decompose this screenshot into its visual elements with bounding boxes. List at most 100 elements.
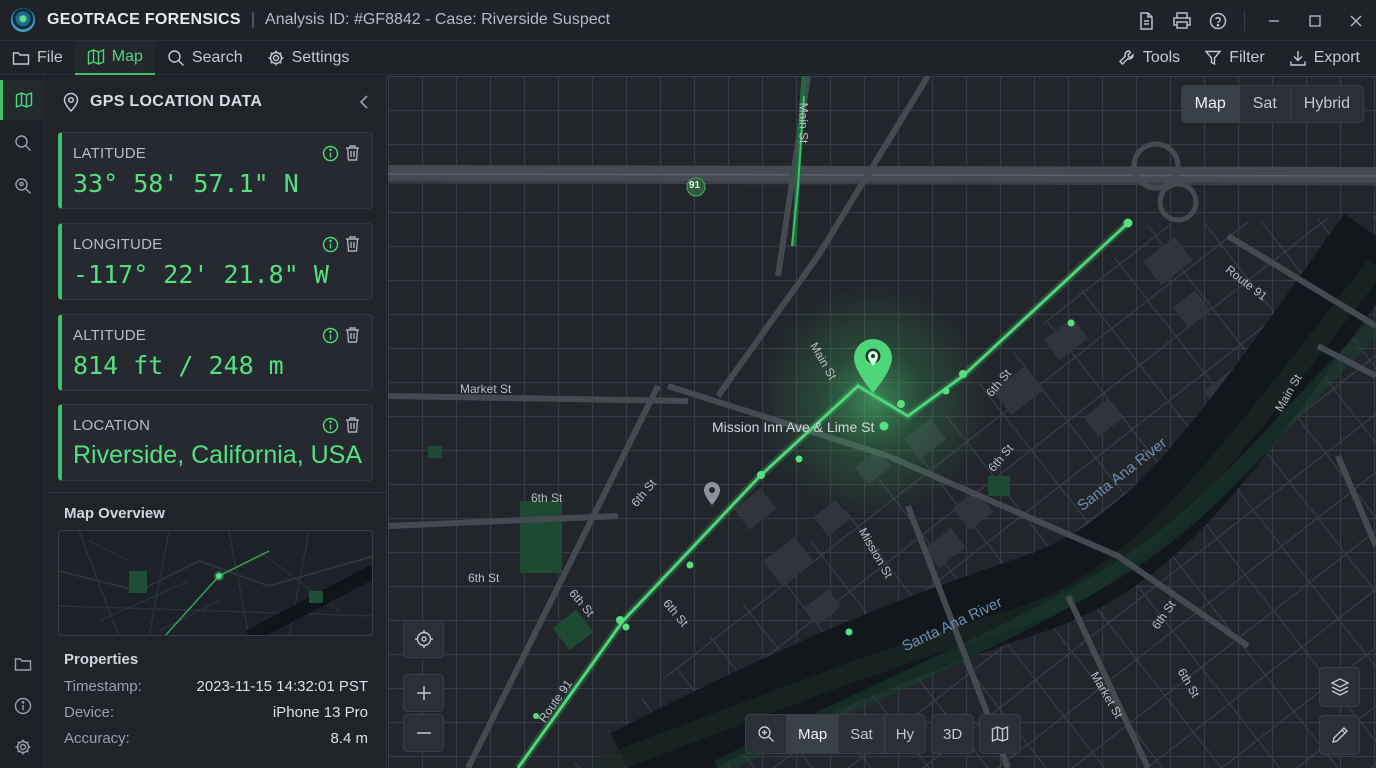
map-type-switcher: Map Sat Hybrid bbox=[1180, 85, 1364, 123]
plus-icon bbox=[416, 686, 431, 700]
menu-search[interactable]: Search bbox=[155, 41, 255, 75]
altitude-value: 814 ft / 248 m bbox=[73, 351, 284, 380]
menu-filter-label: Filter bbox=[1229, 49, 1265, 66]
rail-search-button[interactable] bbox=[0, 123, 45, 163]
app-name: GEOTRACE FORENSICS bbox=[47, 11, 241, 28]
menu-filter[interactable]: Filter bbox=[1192, 41, 1277, 75]
gear-icon bbox=[268, 50, 284, 65]
map-type-map[interactable]: Map bbox=[1181, 86, 1239, 122]
print-icon[interactable] bbox=[1164, 0, 1200, 41]
latitude-value: 33° 58' 57.1" N bbox=[73, 169, 299, 198]
trash-icon[interactable] bbox=[344, 235, 361, 253]
zoom-in-button[interactable] bbox=[403, 674, 444, 712]
chevron-left-icon[interactable] bbox=[359, 95, 369, 109]
location-card: LOCATION Riverside, California, USA bbox=[58, 404, 373, 481]
title-separator: | bbox=[250, 11, 256, 28]
pencil-icon bbox=[1331, 727, 1348, 743]
properties-title: Properties bbox=[64, 651, 139, 668]
map-bottom-toolbar: Map Sat Hy 3D bbox=[745, 714, 1022, 754]
wrench-icon bbox=[1118, 50, 1134, 65]
folder-icon bbox=[14, 658, 31, 671]
property-key: Device: bbox=[64, 704, 115, 721]
case-title: Analysis ID: #GF8842 - Case: Riverside S… bbox=[265, 11, 611, 28]
overview-map[interactable] bbox=[58, 530, 373, 636]
search-icon bbox=[14, 135, 31, 151]
app-logo bbox=[11, 8, 35, 32]
poi-label: Mission Inn Ave & Lime St bbox=[712, 419, 875, 435]
locate-button[interactable] bbox=[403, 620, 444, 658]
trash-icon[interactable] bbox=[344, 144, 361, 162]
zoom-icon bbox=[758, 726, 774, 742]
property-value: 2023-11-15 14:32:01 PST bbox=[196, 678, 368, 695]
info-icon bbox=[14, 697, 31, 715]
label-main-st: Main St bbox=[796, 102, 811, 144]
location-label: LOCATION bbox=[73, 417, 151, 434]
rail-info-button[interactable] bbox=[0, 686, 45, 726]
info-icon[interactable] bbox=[322, 417, 339, 434]
menu-file[interactable]: File bbox=[0, 41, 75, 75]
rail-location-search-button[interactable] bbox=[0, 166, 45, 206]
menu-file-label: File bbox=[37, 48, 63, 66]
label-6th-st: 6th St bbox=[468, 571, 500, 585]
gps-panel: GPS LOCATION DATA LATITUDE 33° 58' 57.1"… bbox=[46, 76, 387, 768]
overview-title: Map Overview bbox=[64, 505, 165, 522]
folder-icon bbox=[12, 51, 30, 65]
panel-title: GPS LOCATION DATA bbox=[90, 93, 263, 110]
search-icon bbox=[168, 49, 184, 66]
longitude-card: LONGITUDE -117° 22' 21.8" W bbox=[58, 223, 373, 300]
map-canvas[interactable]: 91 Market St 6th St 6th St 6th St 6th St… bbox=[388, 76, 1376, 768]
property-key: Accuracy: bbox=[64, 730, 130, 747]
layers-button[interactable] bbox=[1319, 667, 1360, 707]
title-bar: GEOTRACE FORENSICS | Analysis ID: #GF884… bbox=[0, 0, 1376, 41]
close-icon[interactable] bbox=[1335, 0, 1376, 41]
location-search-icon bbox=[14, 178, 31, 194]
menu-settings[interactable]: Settings bbox=[255, 41, 362, 75]
panel-header: GPS LOCATION DATA bbox=[46, 76, 387, 128]
menu-tools[interactable]: Tools bbox=[1106, 41, 1192, 75]
document-icon[interactable] bbox=[1128, 0, 1164, 41]
zoom-out-button[interactable] bbox=[403, 714, 444, 752]
bottom-map-fold-button[interactable] bbox=[980, 715, 1020, 753]
trash-icon[interactable] bbox=[344, 326, 361, 344]
longitude-label: LONGITUDE bbox=[73, 236, 163, 253]
info-icon[interactable] bbox=[322, 145, 339, 162]
bottom-hy-button[interactable]: Hy bbox=[883, 715, 925, 753]
layers-icon bbox=[1329, 678, 1350, 696]
altitude-label: ALTITUDE bbox=[73, 327, 146, 344]
longitude-value: -117° 22' 21.8" W bbox=[73, 260, 329, 289]
property-key: Timestamp: bbox=[64, 678, 142, 695]
menu-tools-label: Tools bbox=[1142, 49, 1181, 66]
bottom-sat-button[interactable]: Sat bbox=[838, 715, 884, 753]
maximize-icon[interactable] bbox=[1294, 0, 1335, 41]
title-divider bbox=[1244, 10, 1245, 31]
menu-bar: File Map Search Settings Tools Filter Ex… bbox=[0, 40, 1376, 75]
left-rail bbox=[0, 76, 45, 768]
rail-folder-button[interactable] bbox=[0, 644, 45, 684]
bottom-view-group: Map Sat Hy bbox=[745, 714, 927, 754]
download-icon bbox=[1290, 51, 1306, 66]
rail-map-button[interactable] bbox=[0, 80, 45, 120]
map-type-sat[interactable]: Sat bbox=[1238, 86, 1290, 122]
menu-map[interactable]: Map bbox=[74, 40, 155, 75]
filter-icon bbox=[1204, 50, 1222, 66]
property-accuracy: Accuracy: 8.4 m bbox=[64, 730, 368, 750]
help-icon[interactable] bbox=[1200, 0, 1236, 41]
bottom-3d-button[interactable]: 3D bbox=[932, 715, 973, 753]
bottom-zoom-button[interactable] bbox=[746, 715, 786, 753]
map-type-hybrid[interactable]: Hybrid bbox=[1289, 86, 1363, 122]
draw-button[interactable] bbox=[1319, 715, 1360, 755]
info-icon[interactable] bbox=[322, 327, 339, 344]
crosshair-icon bbox=[414, 630, 433, 648]
rail-settings-button[interactable] bbox=[0, 727, 45, 767]
latitude-card: LATITUDE 33° 58' 57.1" N bbox=[58, 132, 373, 209]
minimize-icon[interactable] bbox=[1253, 0, 1294, 41]
info-icon[interactable] bbox=[322, 236, 339, 253]
gear-icon bbox=[15, 739, 30, 755]
highway-shield: 91 bbox=[689, 180, 701, 191]
bottom-map-button[interactable]: Map bbox=[786, 715, 839, 753]
bottom-fold-group bbox=[979, 714, 1022, 754]
trash-icon[interactable] bbox=[344, 416, 361, 434]
property-timestamp: Timestamp: 2023-11-15 14:32:01 PST bbox=[64, 678, 368, 698]
menu-export[interactable]: Export bbox=[1277, 41, 1372, 75]
latitude-label: LATITUDE bbox=[73, 145, 146, 162]
